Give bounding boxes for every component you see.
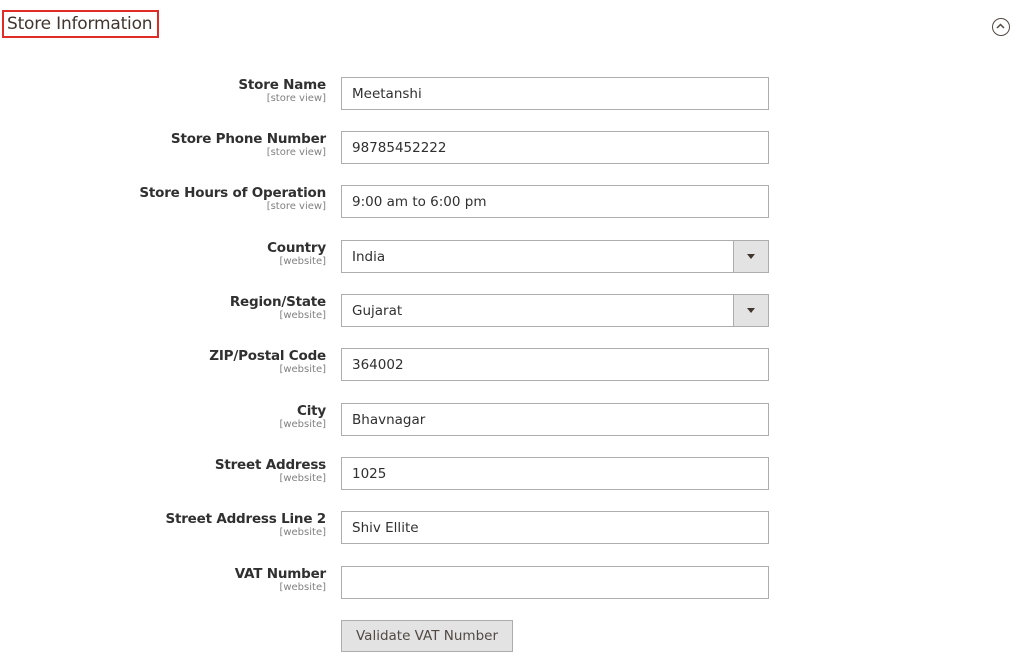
row-vat: VAT Number [website] xyxy=(0,566,1024,600)
row-store-name: Store Name [store view] xyxy=(0,77,1024,111)
field-label: ZIP/Postal Code xyxy=(209,348,326,364)
select-value: India xyxy=(352,248,386,265)
row-zip: ZIP/Postal Code [website] xyxy=(0,348,1024,382)
store-hours-input[interactable] xyxy=(341,185,769,218)
caret-down-icon xyxy=(747,308,755,313)
vat-number-input[interactable] xyxy=(341,566,769,599)
row-street-address: Street Address [website] xyxy=(0,457,1024,491)
field-label: City xyxy=(297,403,326,419)
scope-label: [store view] xyxy=(266,93,326,104)
field-label: Store Phone Number xyxy=(170,131,326,147)
country-select[interactable]: India xyxy=(341,240,769,273)
field-label: Street Address Line 2 xyxy=(165,511,326,527)
scope-label: [website] xyxy=(279,310,326,321)
row-city: City [website] xyxy=(0,403,1024,437)
store-phone-input[interactable] xyxy=(341,131,769,164)
scope-label: [website] xyxy=(279,256,326,267)
row-street-address-2: Street Address Line 2 [website] xyxy=(0,511,1024,545)
field-label: Store Name xyxy=(238,77,326,93)
field-label: Street Address xyxy=(214,457,326,473)
caret-down-icon xyxy=(747,254,755,259)
row-country: Country [website] India xyxy=(0,240,1024,274)
scope-label: [store view] xyxy=(266,147,326,158)
collapse-button[interactable] xyxy=(992,18,1010,36)
validate-vat-button[interactable]: Validate VAT Number xyxy=(341,620,513,652)
zip-input[interactable] xyxy=(341,348,769,381)
street-address-input[interactable] xyxy=(341,457,769,490)
row-region: Region/State [website] Gujarat xyxy=(0,294,1024,328)
row-store-phone: Store Phone Number [store view] xyxy=(0,131,1024,165)
street-address-2-input[interactable] xyxy=(341,511,769,544)
scope-label: [website] xyxy=(279,582,326,593)
scope-label: [website] xyxy=(279,419,326,430)
scope-label: [website] xyxy=(279,473,326,484)
store-name-input[interactable] xyxy=(341,77,769,110)
field-label: Store Hours of Operation xyxy=(139,185,326,201)
dropdown-toggle[interactable] xyxy=(733,295,768,326)
row-store-hours: Store Hours of Operation [store view] xyxy=(0,185,1024,219)
region-select[interactable]: Gujarat xyxy=(341,294,769,327)
field-label: Region/State xyxy=(229,294,326,310)
section-title[interactable]: Store Information xyxy=(2,10,159,38)
field-label: Country xyxy=(267,240,326,256)
city-input[interactable] xyxy=(341,403,769,436)
scope-label: [store view] xyxy=(266,201,326,212)
scope-label: [website] xyxy=(279,527,326,538)
field-label: VAT Number xyxy=(234,566,326,582)
dropdown-toggle[interactable] xyxy=(733,241,768,272)
chevron-up-icon xyxy=(996,23,1005,29)
scope-label: [website] xyxy=(279,364,326,375)
select-value: Gujarat xyxy=(352,302,403,319)
